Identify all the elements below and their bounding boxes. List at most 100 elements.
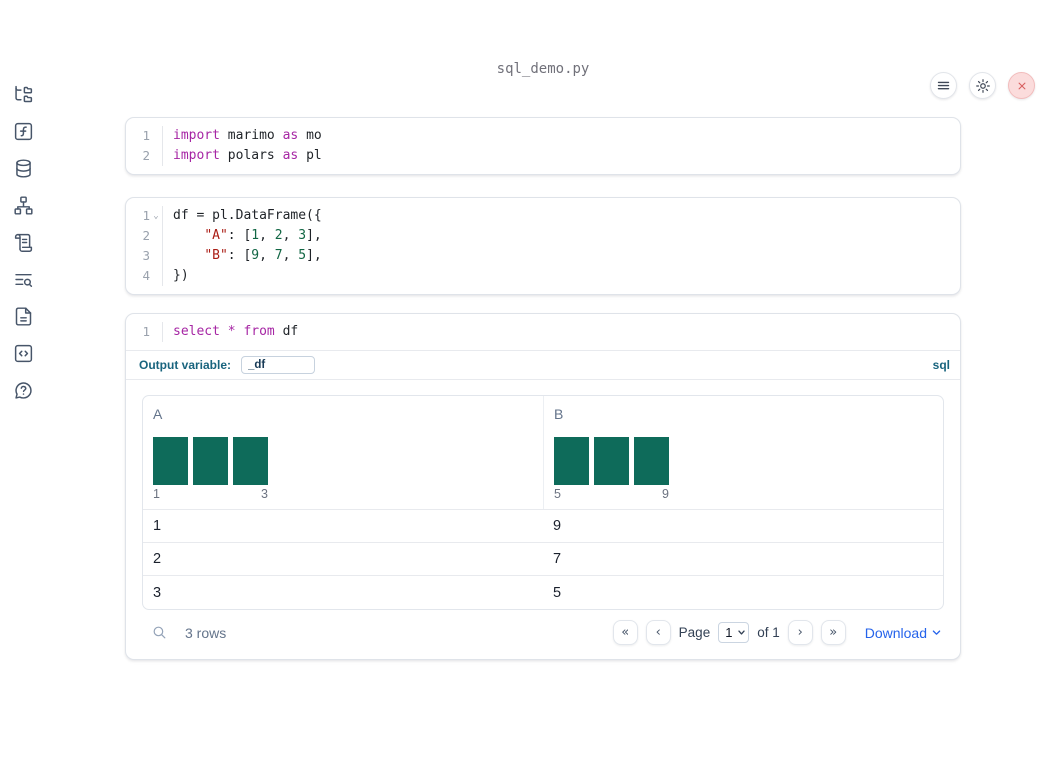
sidebar-item-logs[interactable] — [12, 231, 34, 253]
page-select-wrap: 1 — [718, 622, 750, 643]
histogram — [153, 437, 268, 485]
code-text[interactable]: import marimo as mo — [163, 126, 322, 146]
code-cell-imports: 1 import marimo as mo 2 import polars as pl — [125, 117, 961, 175]
help-chat-icon — [14, 381, 32, 399]
code-token: "A" — [204, 228, 228, 243]
row-count: 3 rows — [185, 624, 227, 641]
histogram-bar — [193, 437, 228, 485]
code-line: 1 select * from df — [126, 322, 960, 342]
page-label: Page — [678, 625, 711, 640]
chevron-right-icon: › — [797, 625, 803, 640]
sidebar-item-files[interactable] — [12, 83, 34, 105]
histogram-bar — [233, 437, 268, 485]
histogram-bar — [153, 437, 188, 485]
code-token: df = pl.DataFrame({ — [173, 208, 322, 223]
last-page-button[interactable]: » — [820, 620, 846, 645]
code-square-icon — [14, 344, 32, 362]
fold-chevron-icon[interactable]: ⌄ — [150, 206, 163, 226]
axis-max-label: 3 — [261, 487, 268, 501]
code-token: 3 — [298, 228, 307, 243]
code-token: , — [282, 248, 299, 263]
table-row[interactable]: 35 — [143, 576, 943, 609]
sidebar-item-snippets[interactable] — [12, 342, 34, 364]
page-select[interactable]: 1 — [718, 622, 750, 643]
code-editor[interactable]: 1 import marimo as mo 2 import polars as pl — [126, 118, 960, 174]
table-row[interactable]: 19 — [143, 510, 943, 543]
chevrons-left-icon: « — [621, 625, 630, 640]
column-header-label[interactable]: B — [554, 406, 933, 422]
sql-code-editor[interactable]: 1 select * from df — [126, 314, 960, 351]
sidebar-item-data-sources[interactable] — [12, 157, 34, 179]
code-token: from — [243, 324, 275, 339]
code-editor[interactable]: 1 ⌄ df = pl.DataFrame({2 "A": [1, 2, 3], 3 … — [126, 198, 960, 294]
sidebar-item-variables[interactable] — [12, 120, 34, 142]
fold-gutter — [150, 322, 163, 342]
code-text[interactable]: df = pl.DataFrame({ — [163, 206, 322, 226]
database-icon — [15, 158, 31, 178]
search-button[interactable] — [151, 624, 168, 641]
line-number: 2 — [142, 228, 150, 243]
code-token: as — [282, 128, 299, 143]
code-token: marimo — [219, 128, 283, 143]
table-row[interactable]: 27 — [143, 543, 943, 576]
code-text[interactable]: select * from df — [163, 322, 298, 342]
window-controls — [930, 72, 1035, 99]
code-token: df — [274, 324, 299, 339]
sql-cell: 1 select * from df Output variable: sql A… — [125, 313, 961, 660]
histogram-bar — [634, 437, 669, 485]
sidebar-item-dependencies[interactable] — [12, 194, 34, 216]
code-token: select — [173, 324, 220, 339]
table-footer: 3 rows « ‹ Page 1 of 1 › » Download — [142, 619, 944, 646]
helper-sidebar — [0, 61, 46, 401]
code-line: 1 import marimo as mo — [126, 126, 960, 146]
output-variable-input[interactable] — [241, 356, 316, 374]
chevron-down-icon — [932, 630, 941, 635]
code-token: }) — [173, 268, 189, 283]
notebook-filename: sql_demo.py — [496, 61, 590, 77]
code-token: "B" — [204, 248, 228, 263]
line-number: 1 — [142, 128, 150, 143]
shutdown-button[interactable] — [1008, 72, 1035, 99]
first-page-button[interactable]: « — [612, 620, 638, 645]
table-cell: 1 — [153, 518, 162, 534]
sidebar-item-help[interactable] — [12, 379, 34, 401]
line-number: 2 — [142, 148, 150, 163]
table-cell: 3 — [153, 584, 162, 601]
code-token: mo — [298, 128, 322, 143]
line-number: 1 — [142, 324, 150, 339]
fold-gutter — [150, 266, 163, 286]
code-text[interactable]: import polars as pl — [163, 146, 322, 166]
axis-max-label: 9 — [662, 487, 669, 501]
next-page-button[interactable]: › — [787, 620, 813, 645]
code-token: pl — [298, 148, 322, 163]
network-graph-icon — [13, 195, 33, 215]
function-square-icon — [14, 122, 32, 140]
code-text[interactable]: "B": [9, 7, 5], — [163, 246, 321, 266]
code-token: , — [259, 248, 275, 263]
code-token: ], — [306, 228, 322, 243]
sidebar-item-search[interactable] — [12, 268, 34, 290]
menu-button[interactable] — [930, 72, 957, 99]
code-cell-dataframe: 1 ⌄ df = pl.DataFrame({2 "A": [1, 2, 3], 3 … — [125, 197, 961, 295]
line-number: 3 — [142, 248, 150, 263]
document-icon — [15, 306, 31, 326]
code-text[interactable]: "A": [1, 2, 3], — [163, 226, 322, 246]
dataframe-table: A13B59 192735 — [142, 395, 944, 610]
code-line: 2 "A": [1, 2, 3], — [126, 226, 960, 246]
chevrons-right-icon: » — [829, 625, 838, 640]
code-token: 9 — [251, 248, 260, 263]
sidebar-item-documentation[interactable] — [12, 305, 34, 327]
code-token: 2 — [274, 228, 283, 243]
download-button[interactable]: Download — [865, 625, 942, 641]
code-text[interactable]: }) — [163, 266, 189, 286]
code-token: import — [173, 128, 220, 143]
column-header-label[interactable]: A — [153, 406, 533, 422]
settings-button[interactable] — [969, 72, 996, 99]
fold-gutter — [150, 146, 163, 166]
close-icon — [1018, 82, 1025, 89]
previous-page-button[interactable]: ‹ — [645, 620, 671, 645]
table-header: A13B59 — [143, 396, 943, 510]
pagination: « ‹ Page 1 of 1 › » — [612, 620, 846, 645]
code-line: 1 ⌄ df = pl.DataFrame({ — [126, 206, 960, 226]
